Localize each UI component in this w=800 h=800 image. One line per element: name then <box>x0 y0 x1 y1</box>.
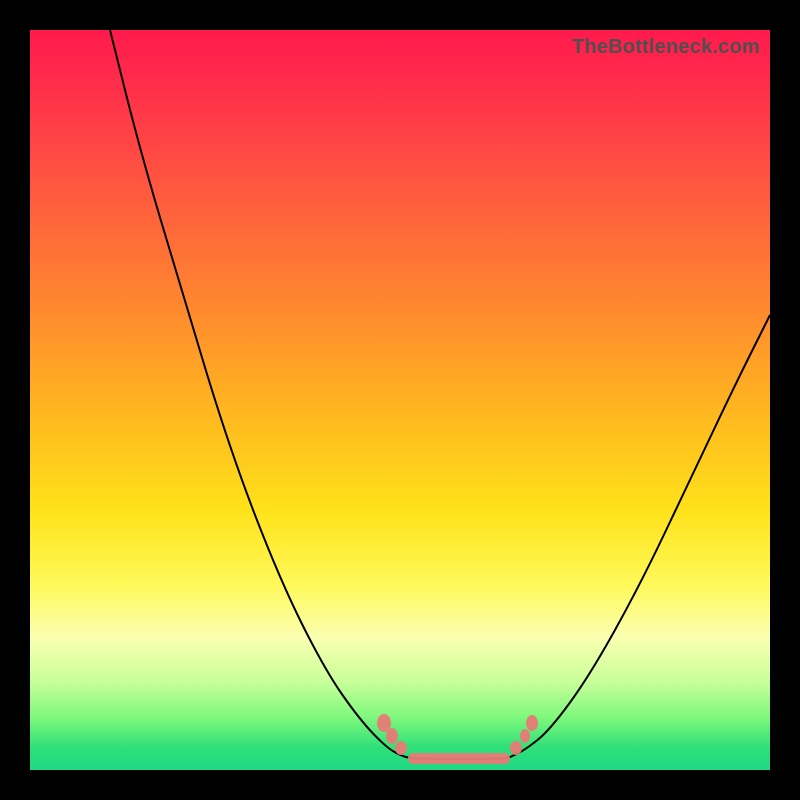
plot-area: TheBottleneck.com <box>30 30 770 770</box>
chart-frame: TheBottleneck.com <box>0 0 800 800</box>
trough-marker-bar <box>408 753 510 764</box>
right-marker-1 <box>510 741 522 755</box>
right-marker-2 <box>520 729 530 743</box>
curve-svg <box>30 30 770 770</box>
left-marker-3 <box>395 741 407 755</box>
left-marker-2 <box>386 728 398 744</box>
markers-group <box>377 714 538 764</box>
bottleneck-curve <box>110 30 770 759</box>
right-marker-3 <box>526 715 538 731</box>
